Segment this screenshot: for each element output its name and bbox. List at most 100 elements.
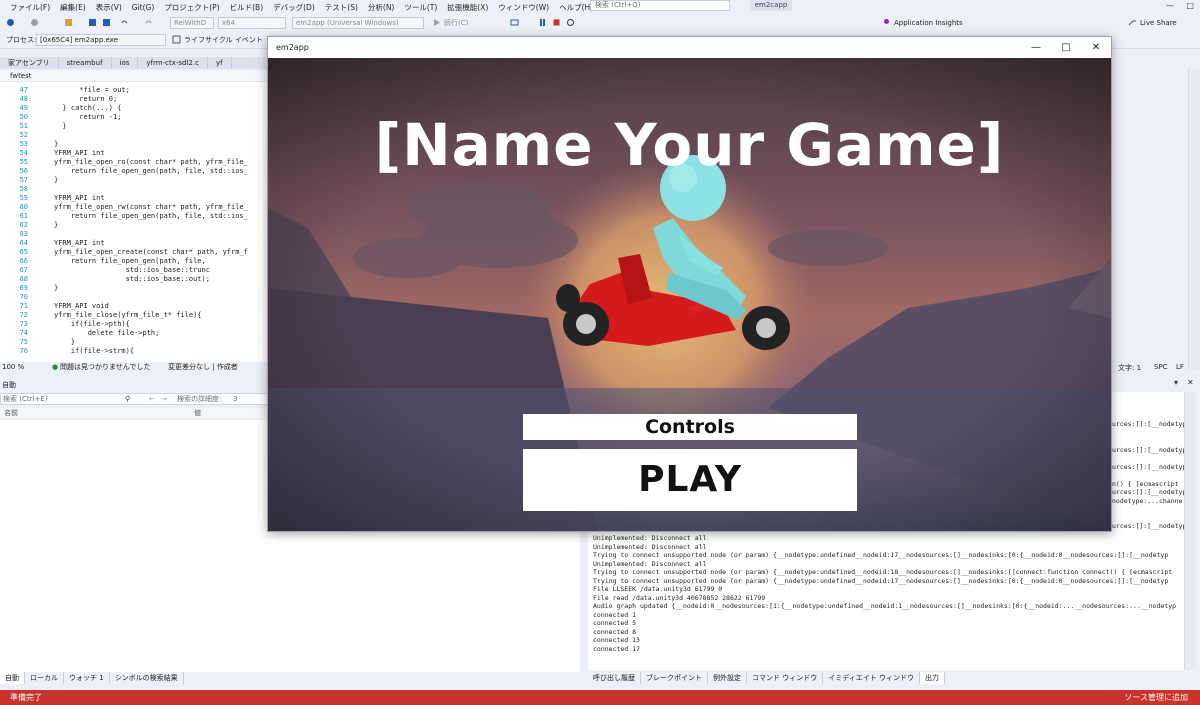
- code-text[interactable]: }: [54, 221, 58, 230]
- code-line[interactable]: 72 yfrm_file_close(yfrm_file_t* file){: [0, 311, 270, 320]
- code-line[interactable]: 50 return -1;: [0, 113, 270, 122]
- code-text[interactable]: } catch(...) {: [54, 104, 121, 113]
- code-text[interactable]: YFRM_API int: [54, 149, 105, 158]
- code-line[interactable]: 67 std::ios_base::trunc: [0, 266, 270, 275]
- back-icon[interactable]: [6, 18, 15, 27]
- close-icon[interactable]: ✕: [1187, 378, 1194, 387]
- output-text[interactable]: Unimplemented: Disconnect all Unimplement…: [588, 532, 1184, 670]
- code-line[interactable]: 57}: [0, 176, 270, 185]
- code-line[interactable]: 64 YFRM_API int: [0, 239, 270, 248]
- code-line[interactable]: 71 YFRM_API void: [0, 302, 270, 311]
- lifecycle-events-button[interactable]: ライフサイクル イベント: [184, 34, 263, 46]
- menu-tools[interactable]: ツール(T): [404, 2, 437, 13]
- code-line[interactable]: 68 std::ios_base::out);: [0, 275, 270, 284]
- global-search-input[interactable]: 検索 (Ctrl+Q): [590, 0, 730, 11]
- menu-file[interactable]: ファイル(F): [10, 2, 50, 13]
- code-line[interactable]: 70: [0, 293, 270, 302]
- code-text[interactable]: YFRM_API int: [54, 194, 105, 203]
- tab-immediate-window[interactable]: イミディエイト ウィンドウ: [823, 672, 920, 684]
- code-line[interactable]: 49 } catch(...) {: [0, 104, 270, 113]
- tab-yfrm-ctx-sdl2[interactable]: yfrm-ctx-sdl2.c: [138, 57, 208, 69]
- configuration-combo[interactable]: RelWithD: [170, 17, 214, 29]
- code-text[interactable]: }: [54, 122, 66, 131]
- back-arrow-icon[interactable]: ←: [149, 394, 155, 404]
- code-text[interactable]: }: [54, 284, 58, 293]
- code-line[interactable]: 73 if(file->pth){: [0, 320, 270, 329]
- code-text[interactable]: YFRM_API void: [54, 302, 109, 311]
- process-combo[interactable]: [0x65C4] em2app.exe: [36, 34, 166, 46]
- close-button[interactable]: ✕: [1081, 37, 1111, 58]
- code-line[interactable]: 60 yfrm_file_open_rw(const char* path, yf…: [0, 203, 270, 212]
- maximize-button[interactable]: □: [1051, 37, 1081, 58]
- code-text[interactable]: }: [54, 338, 75, 347]
- code-line[interactable]: 51 }: [0, 122, 270, 131]
- issues-status[interactable]: 問題は見つかりませんでした: [60, 362, 150, 373]
- add-to-source-control-button[interactable]: ソース管理に追加: [1124, 690, 1188, 705]
- code-line[interactable]: 62}: [0, 221, 270, 230]
- game-window-titlebar[interactable]: em2app — □ ✕: [268, 37, 1111, 58]
- code-text[interactable]: YFRM_API int: [54, 239, 105, 248]
- column-value[interactable]: 値: [194, 408, 201, 419]
- menu-project[interactable]: プロジェクト(P): [164, 2, 219, 13]
- play-button[interactable]: PLAY: [523, 449, 857, 511]
- code-text[interactable]: yfrm_file_close(yfrm_file_t* file){: [54, 311, 202, 320]
- code-line[interactable]: 69}: [0, 284, 270, 293]
- menu-build[interactable]: ビルド(B): [230, 2, 264, 13]
- code-line[interactable]: 47 *file = out;: [0, 86, 270, 95]
- menu-debug[interactable]: デバッグ(D): [273, 2, 315, 13]
- code-line[interactable]: 48 return 0;: [0, 95, 270, 104]
- code-text[interactable]: if(file->pth){: [54, 320, 130, 329]
- code-line[interactable]: 61 return file_open_gen(path, file, std:…: [0, 212, 270, 221]
- code-line[interactable]: 63: [0, 230, 270, 239]
- code-line[interactable]: 54 YFRM_API int: [0, 149, 270, 158]
- code-line[interactable]: 52: [0, 131, 270, 140]
- editor-scrollbar[interactable]: [1188, 69, 1200, 369]
- controls-button[interactable]: Controls: [523, 414, 857, 440]
- forward-arrow-icon[interactable]: →: [161, 394, 167, 404]
- file-navigation-bar[interactable]: fwtest: [0, 71, 270, 82]
- platform-combo[interactable]: x64: [218, 17, 286, 29]
- code-line[interactable]: 66 return file_open_gen(path, file,: [0, 257, 270, 266]
- code-text[interactable]: return file_open_gen(path, file, std::io…: [54, 212, 248, 221]
- menu-edit[interactable]: 編集(E): [60, 2, 86, 13]
- tab-locals[interactable]: ローカル: [25, 672, 64, 684]
- code-line[interactable]: 56 return file_open_gen(path, file, std:…: [0, 167, 270, 176]
- code-text[interactable]: yfrm_file_open_ro(const char* path, yfrm…: [54, 158, 248, 167]
- panel-splitter[interactable]: [580, 532, 588, 684]
- live-share-icon[interactable]: [1128, 18, 1137, 27]
- tab-breakpoints[interactable]: ブレークポイント: [641, 672, 708, 684]
- restart-icon[interactable]: [566, 18, 575, 27]
- tab-command-window[interactable]: コマンド ウィンドウ: [747, 672, 824, 684]
- code-editor[interactable]: 47 *file = out; 48 return 0; 49 } catch(..…: [0, 82, 270, 362]
- menu-help[interactable]: ヘルプ(H): [559, 2, 593, 13]
- code-text[interactable]: return file_open_gen(path, file,: [54, 257, 206, 266]
- save-all-icon[interactable]: [102, 18, 111, 27]
- code-text[interactable]: }: [54, 176, 58, 185]
- tab-find-symbol-results[interactable]: シンボルの検索結果: [110, 672, 184, 684]
- menu-test[interactable]: テスト(S): [325, 2, 358, 13]
- live-share-button[interactable]: Live Share: [1140, 17, 1177, 29]
- continue-icon[interactable]: [432, 18, 441, 27]
- pause-icon[interactable]: [538, 18, 547, 27]
- code-line[interactable]: 55 yfrm_file_open_ro(const char* path, yf…: [0, 158, 270, 167]
- code-text[interactable]: return -1;: [54, 113, 121, 122]
- tab-exception-settings[interactable]: 例外設定: [708, 672, 747, 684]
- code-line[interactable]: 53}: [0, 140, 270, 149]
- column-name[interactable]: 名前: [4, 408, 18, 419]
- redo-icon[interactable]: [144, 18, 153, 27]
- stop-icon[interactable]: [552, 18, 561, 27]
- output-scrollbar[interactable]: [1184, 392, 1196, 670]
- autos-search-input[interactable]: 検索 (Ctrl+E) ⚲ ← → 検索の詳細度: 3: [0, 393, 270, 405]
- code-text[interactable]: return 0;: [54, 95, 117, 104]
- tab-autos[interactable]: 自動: [0, 672, 25, 684]
- code-text[interactable]: }: [54, 140, 58, 149]
- zoom-level[interactable]: 100 %: [2, 362, 24, 373]
- save-icon[interactable]: [88, 18, 97, 27]
- pin-icon[interactable]: ▾: [1174, 378, 1178, 387]
- startup-project-combo[interactable]: em2app (Universal Windows): [292, 17, 424, 29]
- code-text[interactable]: yfrm_file_open_create(const char* path, …: [54, 248, 248, 257]
- undo-icon[interactable]: [120, 18, 129, 27]
- code-line[interactable]: 74 delete file->pth;: [0, 329, 270, 338]
- menu-analyze[interactable]: 分析(N): [368, 2, 394, 13]
- changes-status[interactable]: 変更差分なし | 作成者: [168, 362, 238, 373]
